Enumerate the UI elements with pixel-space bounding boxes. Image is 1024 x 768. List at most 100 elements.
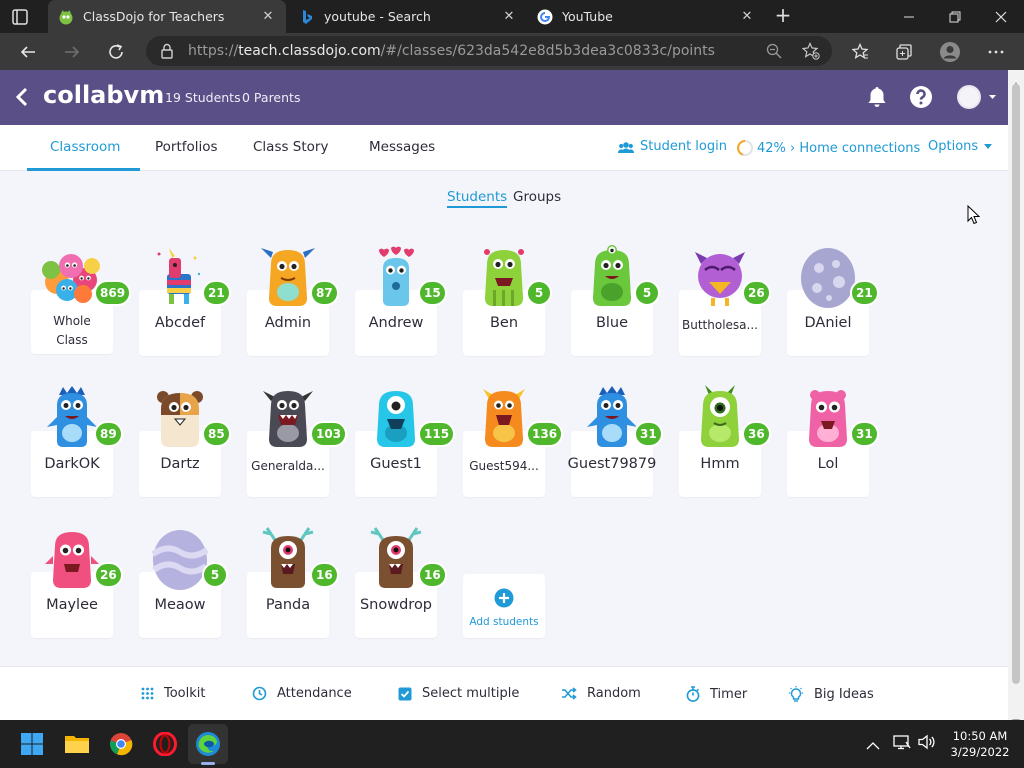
points-badge: 16 <box>310 562 339 588</box>
profile-icon[interactable] <box>936 38 964 66</box>
clock-date: 3/29/2022 <box>950 745 1010 759</box>
points-badge: 115 <box>418 421 456 447</box>
minimize-icon[interactable] <box>886 0 932 33</box>
add-students-button[interactable]: Add students <box>463 574 545 638</box>
timer-button[interactable]: Timer <box>686 686 747 702</box>
points-badge: 31 <box>634 421 663 447</box>
new-tab-icon[interactable]: + <box>772 5 794 27</box>
tab-youtube[interactable]: YouTube ✕ <box>527 0 765 33</box>
notifications-bell-icon[interactable] <box>864 84 890 110</box>
add-favorite-icon[interactable] <box>801 42 820 64</box>
big-ideas-label: Big Ideas <box>814 687 874 702</box>
lock-icon[interactable] <box>160 43 174 63</box>
mouse-cursor-icon <box>967 204 981 229</box>
tab-youtube-search[interactable]: youtube - Search ✕ <box>289 0 527 33</box>
address-bar[interactable]: https://teach.classdojo.com/#/classes/62… <box>146 36 832 66</box>
select-multiple-button[interactable]: Select multiple <box>398 686 519 701</box>
url-text: https://teach.classdojo.com/#/classes/62… <box>188 43 715 59</box>
tab-classdojo[interactable]: ClassDojo for Teachers ✕ <box>48 0 286 33</box>
clock-time: 10:50 AM <box>952 729 1008 743</box>
students-count[interactable]: 19 Students <box>165 90 241 105</box>
toolkit-button[interactable]: Toolkit <box>141 686 206 701</box>
student-name: Admin <box>264 315 312 331</box>
students-group-icon <box>618 141 634 153</box>
collections-icon[interactable] <box>890 38 918 66</box>
random-label: Random <box>587 686 641 701</box>
student-name: Maylee <box>46 597 98 613</box>
student-name: Panda <box>265 597 311 613</box>
random-button[interactable]: Random <box>561 686 641 701</box>
points-badge: 5 <box>526 280 552 306</box>
student-name: Guest79879 <box>567 456 657 472</box>
student-name: Ben <box>489 315 519 331</box>
back-arrow-icon[interactable] <box>14 38 42 66</box>
close-window-icon[interactable] <box>978 0 1024 33</box>
student-name: Guest1 <box>370 456 422 472</box>
classroom-content: Students Groups 869 Whole Class 21 Abcdef … <box>0 171 1008 666</box>
windows-taskbar: 10:50 AM 3/29/2022 <box>0 720 1024 768</box>
clock-check-icon <box>252 686 267 701</box>
student-name: Dartz <box>160 456 200 472</box>
more-options-icon[interactable] <box>982 38 1010 66</box>
google-favicon-icon <box>537 9 553 25</box>
close-tab-icon[interactable]: ✕ <box>739 9 755 25</box>
points-badge: 85 <box>202 421 231 447</box>
favorites-icon[interactable] <box>846 38 874 66</box>
tab-class-story[interactable]: Class Story <box>253 139 328 155</box>
back-chevron-icon[interactable] <box>12 86 32 108</box>
close-tab-icon[interactable]: ✕ <box>501 9 517 25</box>
browser-tab-strip: ClassDojo for Teachers ✕ youtube - Searc… <box>0 0 1024 33</box>
tab-title: youtube - Search <box>324 9 431 24</box>
tab-messages[interactable]: Messages <box>369 139 435 155</box>
student-name: Meaow <box>154 597 206 613</box>
tab-portfolios[interactable]: Portfolios <box>155 139 218 155</box>
file-explorer-icon[interactable] <box>57 724 97 764</box>
points-badge: 26 <box>742 280 771 306</box>
refresh-icon[interactable] <box>102 38 130 66</box>
url-prefix: https:// <box>188 43 239 59</box>
grid-dots-icon <box>141 687 154 700</box>
page-scrollbar[interactable] <box>1008 70 1024 725</box>
show-hidden-icons-icon[interactable] <box>866 736 880 755</box>
chrome-icon[interactable] <box>101 724 141 764</box>
student-name: Blue <box>595 315 629 331</box>
shuffle-icon <box>562 687 577 700</box>
forward-arrow-icon[interactable] <box>58 38 86 66</box>
points-badge: 136 <box>526 421 564 447</box>
student-login-label: Student login <box>640 139 727 154</box>
windows-start-icon[interactable] <box>12 724 52 764</box>
points-badge: 103 <box>310 421 348 447</box>
close-tab-icon[interactable]: ✕ <box>260 9 276 25</box>
system-clock[interactable]: 10:50 AM 3/29/2022 <box>944 728 1016 760</box>
big-ideas-button[interactable]: Big Ideas <box>788 686 874 703</box>
student-login-link[interactable]: Student login <box>618 139 727 154</box>
opera-icon[interactable] <box>145 724 185 764</box>
restore-icon[interactable] <box>932 0 978 33</box>
student-name: Andrew <box>368 315 424 331</box>
class-name[interactable]: collabvm <box>43 81 164 109</box>
zoom-icon[interactable] <box>766 43 782 63</box>
parents-count[interactable]: 0 Parents <box>242 90 300 105</box>
points-badge: 5 <box>202 562 228 588</box>
volume-icon[interactable] <box>918 734 936 754</box>
help-icon[interactable] <box>908 84 934 110</box>
account-avatar-icon[interactable] <box>956 84 998 110</box>
tab-classroom[interactable]: Classroom <box>50 139 120 155</box>
stopwatch-icon <box>686 686 700 702</box>
student-name: Buttholesa... <box>682 318 758 332</box>
tab-actions-icon[interactable] <box>10 7 38 27</box>
attendance-label: Attendance <box>277 686 352 701</box>
plus-circle-icon <box>494 588 514 612</box>
network-icon[interactable] <box>893 734 911 754</box>
scroll-thumb[interactable] <box>1012 84 1020 684</box>
options-menu[interactable]: Options <box>928 139 993 154</box>
toolkit-label: Toolkit <box>164 686 206 701</box>
edge-icon[interactable] <box>188 724 228 764</box>
url-path: /#/classes/623da542e8d5b3dea3c0833c/poin… <box>380 43 715 59</box>
attendance-button[interactable]: Attendance <box>252 686 352 701</box>
home-connections-link[interactable]: 42% › Home connections <box>736 139 920 157</box>
screen: ClassDojo for Teachers ✕ youtube - Searc… <box>0 0 1024 768</box>
student-name: Generalda... <box>251 459 325 473</box>
groups-toggle[interactable]: Groups <box>513 189 561 205</box>
students-toggle[interactable]: Students <box>447 189 508 208</box>
